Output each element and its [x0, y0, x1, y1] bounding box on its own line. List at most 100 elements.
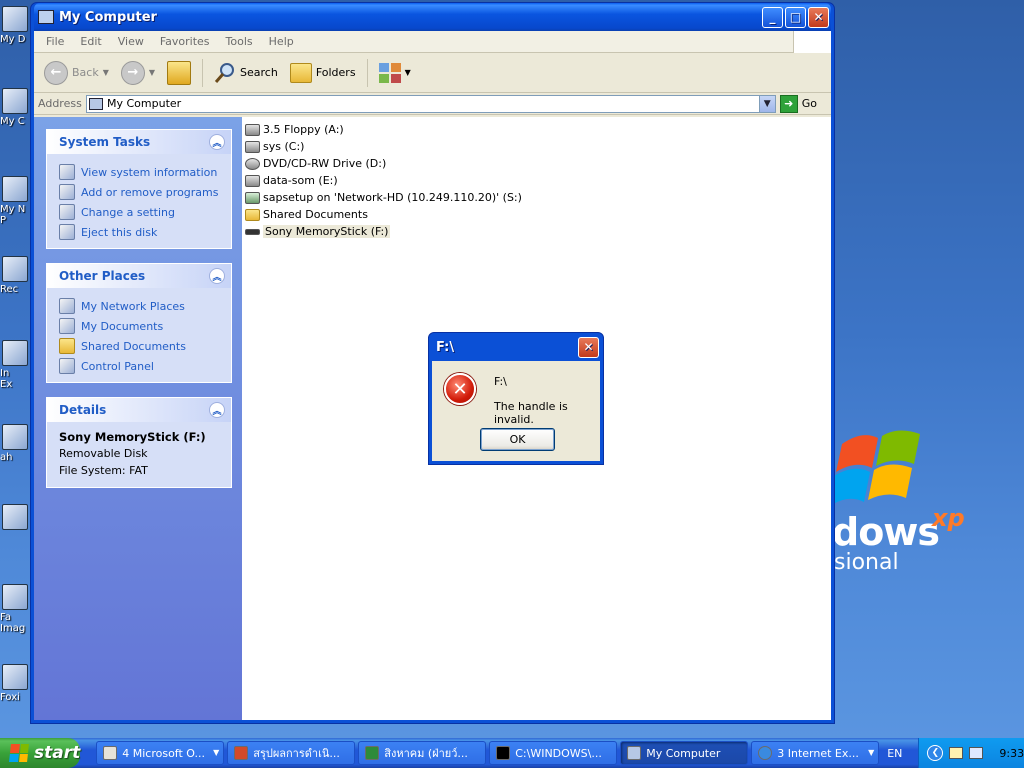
- collapse-chevron-icon[interactable]: ︽: [209, 268, 225, 284]
- dialog-body: ✕ F:\ The handle is invalid. OK: [432, 361, 600, 461]
- forward-button[interactable]: → ▼: [117, 59, 159, 87]
- task-eject-disk[interactable]: Eject this disk: [59, 222, 221, 242]
- address-input[interactable]: My Computer ▼: [86, 94, 776, 113]
- dialog-title: F:\: [436, 339, 455, 355]
- place-my-network-places[interactable]: My Network Places: [59, 296, 221, 316]
- internet-explorer-icon: [758, 746, 773, 760]
- place-my-documents[interactable]: My Documents: [59, 316, 221, 336]
- back-button[interactable]: ← Back ▼: [40, 59, 113, 87]
- task-command-prompt[interactable]: C:\WINDOWS\...: [489, 741, 618, 765]
- error-dialog: F:\ ✕ ✕ F:\ The handle is invalid. OK: [428, 332, 604, 465]
- go-label: Go: [801, 97, 817, 110]
- task-add-remove-programs[interactable]: Add or remove programs: [59, 182, 221, 202]
- powerpoint-icon: [234, 746, 249, 760]
- folder-icon: [59, 338, 75, 354]
- ok-button[interactable]: OK: [480, 428, 555, 451]
- drive-sys-c[interactable]: sys (C:): [245, 138, 831, 155]
- menu-tools[interactable]: Tools: [218, 35, 261, 48]
- system-tasks-header[interactable]: System Tasks ︽: [47, 130, 231, 154]
- other-places-header[interactable]: Other Places ︽: [47, 264, 231, 288]
- dialog-path: F:\: [494, 375, 507, 388]
- desktop-icon-my-computer[interactable]: My C: [0, 88, 30, 150]
- task-powerpoint-summary[interactable]: สรุปผลการดำเนิ...: [227, 741, 356, 765]
- task-excel-august[interactable]: สิงหาคม (ฝ่ายว์...: [358, 741, 487, 765]
- drive-floppy-a[interactable]: 3.5 Floppy (A:): [245, 121, 831, 138]
- system-tasks-panel: System Tasks ︽ View system information A…: [46, 129, 232, 249]
- details-header[interactable]: Details ︽: [47, 398, 231, 422]
- drive-network-s[interactable]: sapsetup on 'Network-HD (10.249.110.20)'…: [245, 189, 831, 206]
- desktop-icon-internet-explorer[interactable]: In Ex: [0, 340, 30, 402]
- clock[interactable]: 9:33: [999, 747, 1024, 760]
- drive-data-som-e[interactable]: data-som (E:): [245, 172, 831, 189]
- task-pane: System Tasks ︽ View system information A…: [34, 117, 242, 720]
- dialog-close-button[interactable]: ✕: [578, 336, 599, 358]
- desktop-icon-recycle-bin[interactable]: Rec: [0, 256, 30, 318]
- menu-file[interactable]: File: [38, 35, 72, 48]
- desktop-icon-foxit[interactable]: Foxi: [0, 664, 30, 726]
- cd-drive-icon: [245, 157, 260, 170]
- desktop-icon-unnamed[interactable]: [0, 504, 30, 566]
- folders-icon: [289, 62, 312, 83]
- chevron-left-icon[interactable]: ❮: [927, 745, 944, 761]
- place-control-panel[interactable]: Control Panel: [59, 356, 221, 376]
- task-my-computer[interactable]: My Computer: [620, 741, 749, 765]
- window-title: My Computer: [59, 9, 157, 25]
- window-title-bar[interactable]: My Computer _ □ ✕: [34, 3, 831, 31]
- desktop-icon-my-network-places[interactable]: My N P: [0, 176, 30, 238]
- up-folder-button[interactable]: [163, 59, 195, 87]
- address-bar: Address My Computer ▼ ➜ Go: [34, 93, 831, 115]
- folders-button[interactable]: Folders: [286, 61, 360, 85]
- dialog-title-bar[interactable]: F:\ ✕: [432, 333, 600, 361]
- menu-favorites[interactable]: Favorites: [152, 35, 218, 48]
- my-documents-icon: [2, 6, 28, 32]
- collapse-chevron-icon[interactable]: ︽: [209, 402, 225, 418]
- drive-dvd-d[interactable]: DVD/CD-RW Drive (D:): [245, 155, 831, 172]
- address-label: Address: [38, 97, 82, 110]
- desktop-icon-fa-image[interactable]: Fa Imag: [0, 584, 30, 646]
- logo-xp: xp: [932, 504, 965, 532]
- drive-sony-memorystick-f[interactable]: Sony MemoryStick (F:): [245, 223, 831, 240]
- error-icon: ✕: [444, 373, 476, 405]
- chevron-down-icon[interactable]: ▼: [758, 95, 775, 112]
- messenger-icon[interactable]: [949, 747, 964, 759]
- desktop-icon-my-documents[interactable]: My D: [0, 6, 30, 68]
- collapse-chevron-icon[interactable]: ︽: [209, 134, 225, 150]
- minimize-button[interactable]: _: [762, 6, 783, 28]
- task-internet-explorer-group[interactable]: 3 Internet Ex... ▼: [751, 741, 880, 765]
- hard-disk-icon: [245, 174, 260, 187]
- start-button[interactable]: start: [0, 738, 81, 768]
- command-prompt-icon: [496, 746, 511, 760]
- network-icon[interactable]: [969, 747, 984, 759]
- search-icon: [214, 62, 235, 83]
- maximize-button[interactable]: □: [785, 6, 806, 28]
- menu-edit[interactable]: Edit: [72, 35, 109, 48]
- image-app-icon: [2, 584, 28, 610]
- back-label: Back: [72, 66, 99, 79]
- dropdown-arrow-icon: ▼: [404, 68, 411, 77]
- close-button[interactable]: ✕: [808, 6, 829, 28]
- folder-shared-documents[interactable]: Shared Documents: [245, 206, 831, 223]
- group-arrow-icon: ▼: [213, 748, 220, 757]
- windows-flag-logo: [830, 430, 920, 506]
- notification-area: ❮ 9:33: [918, 738, 1024, 768]
- views-button[interactable]: ▼: [375, 61, 415, 85]
- place-shared-documents[interactable]: Shared Documents: [59, 336, 221, 356]
- toolbar-separator: [202, 58, 204, 87]
- my-computer-icon: [89, 97, 103, 110]
- menu-view[interactable]: View: [110, 35, 152, 48]
- task-microsoft-office-group[interactable]: 4 Microsoft O... ▼: [96, 741, 225, 765]
- toolbar: ← Back ▼ → ▼ Search Folders ▼: [34, 53, 831, 93]
- up-folder-icon: [167, 60, 192, 85]
- logo-word: dows: [832, 510, 940, 554]
- search-button[interactable]: Search: [210, 60, 282, 86]
- task-change-setting[interactable]: Change a setting: [59, 202, 221, 222]
- go-button[interactable]: ➜ Go: [779, 94, 831, 113]
- system-tray: EN: [879, 738, 918, 768]
- desktop-icon-ah[interactable]: ah: [0, 424, 30, 486]
- search-label: Search: [240, 66, 278, 79]
- menu-help[interactable]: Help: [261, 35, 302, 48]
- hard-disk-icon: [245, 140, 260, 153]
- network-drive-icon: [245, 191, 260, 204]
- language-indicator[interactable]: EN: [887, 747, 902, 760]
- task-view-system-information[interactable]: View system information: [59, 162, 221, 182]
